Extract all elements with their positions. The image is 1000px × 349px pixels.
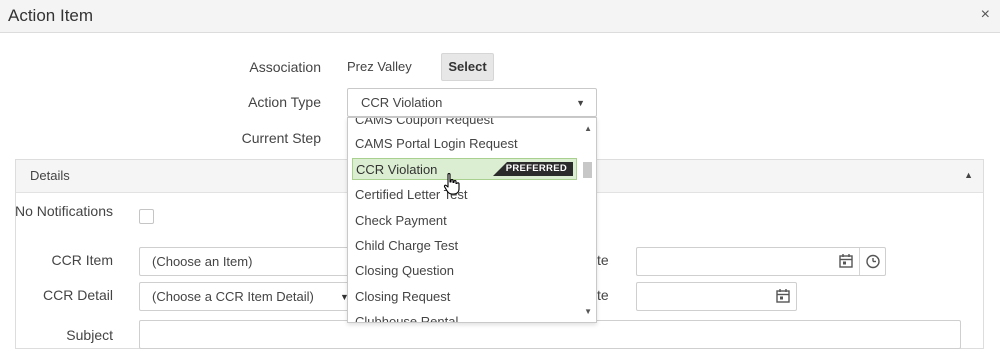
association-value: Prez Valley bbox=[347, 59, 412, 74]
hand-cursor-icon bbox=[443, 172, 460, 195]
dropdown-option[interactable]: CAMS Portal Login Request bbox=[355, 136, 518, 151]
selected-option-label: CCR Violation bbox=[356, 162, 438, 177]
details-title: Details bbox=[30, 168, 70, 183]
ccr-detail-select[interactable]: (Choose a CCR Item Detail) ▼ bbox=[139, 282, 351, 311]
no-notifications-label: No Notifications bbox=[14, 203, 113, 219]
current-step-label: Current Step bbox=[241, 130, 321, 146]
dialog-title: Action Item bbox=[8, 6, 94, 25]
subject-label: Subject bbox=[66, 327, 113, 343]
dropdown-option[interactable]: Closing Request bbox=[355, 289, 450, 304]
dropdown-option-selected[interactable]: CCR Violation PREFERRED bbox=[352, 158, 577, 180]
ccr-detail-label: CCR Detail bbox=[42, 287, 113, 303]
dropdown-option[interactable]: Child Charge Test bbox=[355, 238, 458, 253]
dropdown-option[interactable]: Closing Question bbox=[355, 263, 454, 278]
scroll-down-icon[interactable]: ▼ bbox=[584, 307, 592, 316]
date-label-1: te bbox=[597, 252, 609, 268]
ccr-item-select[interactable]: (Choose an Item) bbox=[139, 247, 351, 276]
caret-down-icon: ▼ bbox=[576, 98, 585, 108]
calendar-icon[interactable] bbox=[770, 283, 796, 310]
close-icon[interactable]: × bbox=[981, 7, 990, 23]
ccr-item-value: (Choose an Item) bbox=[152, 254, 253, 269]
scrollbar-thumb[interactable] bbox=[583, 162, 592, 178]
select-association-button[interactable]: Select bbox=[441, 53, 494, 81]
action-type-dropdown-list[interactable]: CAMS Coupon Request CAMS Portal Login Re… bbox=[347, 117, 597, 323]
action-type-select[interactable]: CCR Violation ▼ bbox=[347, 88, 597, 117]
no-notifications-checkbox[interactable] bbox=[139, 209, 154, 224]
ccr-item-label: CCR Item bbox=[51, 252, 113, 268]
scroll-up-icon[interactable]: ▲ bbox=[584, 124, 592, 133]
dropdown-option[interactable]: Clubhouse Rental bbox=[355, 314, 458, 322]
dropdown-option[interactable]: Check Payment bbox=[355, 213, 447, 228]
clock-icon[interactable] bbox=[861, 248, 887, 275]
dropdown-option[interactable]: CAMS Coupon Request bbox=[355, 118, 494, 127]
action-type-value: CCR Violation bbox=[361, 95, 443, 110]
date-time-input[interactable] bbox=[636, 247, 886, 276]
ccr-detail-value: (Choose a CCR Item Detail) bbox=[152, 289, 314, 304]
date-label-2: te bbox=[597, 287, 609, 303]
preferred-badge: PREFERRED bbox=[493, 162, 573, 176]
action-type-label: Action Type bbox=[248, 94, 321, 110]
dialog-titlebar: Action Item × bbox=[0, 0, 1000, 33]
caret-up-icon[interactable]: ▲ bbox=[964, 170, 973, 180]
subject-input[interactable] bbox=[139, 320, 961, 349]
association-label: Association bbox=[249, 59, 321, 75]
calendar-icon[interactable] bbox=[833, 248, 859, 275]
dropdown-scrollbar[interactable]: ▲ ▼ bbox=[580, 118, 596, 322]
date-input[interactable] bbox=[636, 282, 797, 311]
